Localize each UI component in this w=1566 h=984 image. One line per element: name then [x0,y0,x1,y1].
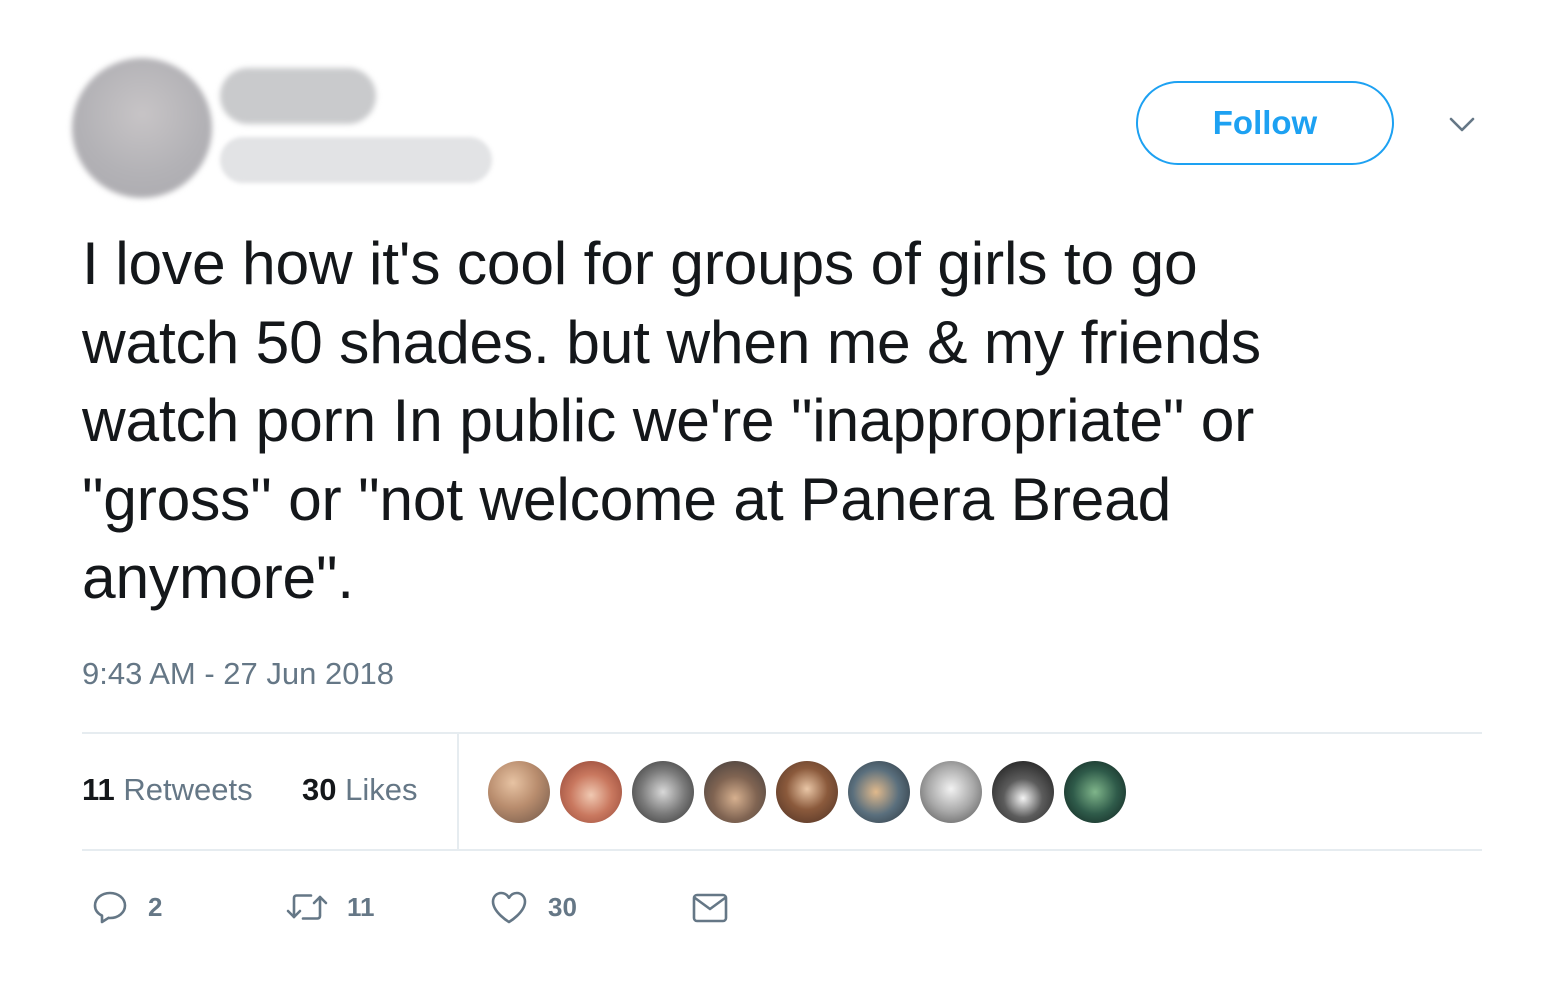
retweets-stat[interactable]: 11 Retweets [82,772,253,808]
likes-stat-label: Likes [345,772,418,807]
direct-message-button[interactable] [690,885,730,929]
reply-count: 2 [148,891,163,922]
tweet-card: Follow I love how it's cool for groups o… [0,0,1566,984]
like-button[interactable]: 30 [488,885,577,929]
retweet-count: 11 [347,891,375,922]
retweets-stat-count: 11 [82,772,115,807]
liker-avatar[interactable] [488,761,550,823]
username-redacted[interactable] [220,137,492,183]
divider-bottom [82,849,1482,851]
liker-avatar[interactable] [704,761,766,823]
liker-avatar[interactable] [920,761,982,823]
chevron-down-icon[interactable] [1446,114,1478,136]
liker-avatar[interactable] [848,761,910,823]
divider-top [82,732,1482,734]
liker-avatar[interactable] [1064,761,1126,823]
display-name-redacted[interactable] [220,68,376,124]
retweet-icon [285,887,329,927]
reply-button[interactable]: 2 [90,885,162,929]
like-count: 30 [548,891,577,922]
reply-icon [90,887,130,927]
divider-vertical [457,733,459,849]
follow-button[interactable]: Follow [1136,81,1394,165]
tweet-timestamp[interactable]: 9:43 AM - 27 Jun 2018 [82,654,394,694]
like-icon [488,887,530,927]
avatar[interactable] [72,58,212,198]
retweets-stat-label: Retweets [123,772,253,807]
retweet-button[interactable]: 11 [285,885,375,929]
liker-avatar[interactable] [560,761,622,823]
liker-avatar[interactable] [632,761,694,823]
tweet-text: I love how it's cool for groups of girls… [82,229,1261,611]
liker-avatar[interactable] [992,761,1054,823]
message-icon [690,887,730,927]
liker-avatar[interactable] [776,761,838,823]
likes-stat-count: 30 [302,772,337,807]
likes-stat[interactable]: 30 Likes [302,772,417,808]
